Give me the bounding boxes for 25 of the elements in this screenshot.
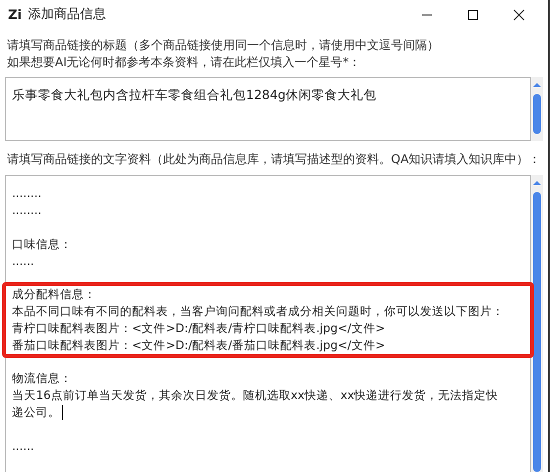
window-title: 添加商品信息 [28,6,106,24]
text-line: 番茄口味配料表图片：<文件>D:/配料表/番茄口味配料表.jpg</文件> [12,337,386,354]
scrollbar[interactable] [531,77,543,141]
scroll-thumb[interactable] [533,94,541,134]
field-label: 请填写商品链接的标题（多个商品链接使用同一个信息时，请使用中文逗号间隔） [7,37,439,54]
title-input[interactable]: 乐事零食大礼包内含拉杆车零食组合礼包1284g休闲零食大礼包 [5,77,531,141]
text-line: ...... [12,253,36,270]
text-line: ........ [12,202,42,219]
scroll-up-icon[interactable] [533,180,541,186]
text-line: ........ [12,185,42,202]
text-line: 当天16点前订单当天发货，其余次日发货。随机选取xx快递、xx快递进行发货，无法指定快递公司。 [12,387,500,421]
close-icon [513,9,525,21]
field-label: 如果想要AI无论何时都参考本条资料，请在此栏仅填入一个星号*： [7,54,361,71]
app-logo: Zi [8,8,22,22]
field-label: 请填写商品链接的文字资料（此处为商品信息库，请填写描述型的资料。QA知识请填入知识库中）： [6,151,542,168]
text-line: 本品不同口味有不同的配料表，当客户询问配料或者成分相关问题时，你可以发送以下图片： [12,303,505,320]
text-line: ...... [12,438,36,455]
text-line: 成分配料信息： [12,286,97,303]
scrollbar[interactable] [531,175,543,472]
text-line: 物流信息： [12,370,73,387]
text-line: 青柠口味配料表图片：<文件>D:/配料表/青柠口味配料表.jpg</文件> [12,320,386,337]
maximize-icon [467,9,479,21]
text-line: 口味信息： [12,236,73,253]
scroll-up-icon[interactable] [533,82,541,88]
scroll-thumb[interactable] [533,192,541,472]
